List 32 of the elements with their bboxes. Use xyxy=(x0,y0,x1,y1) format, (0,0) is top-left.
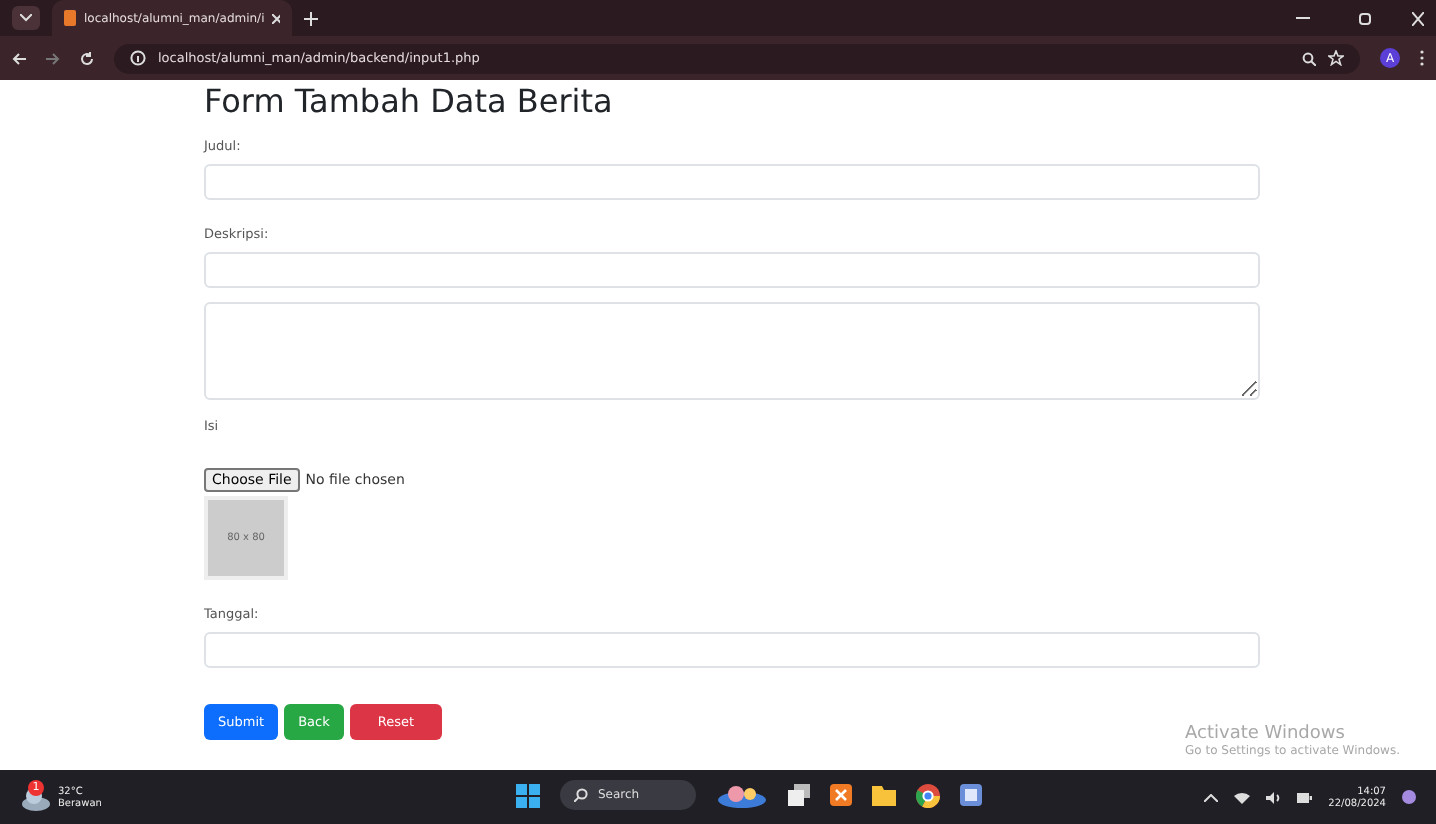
close-icon[interactable] xyxy=(1412,11,1424,25)
app-icon[interactable] xyxy=(960,784,982,806)
close-icon[interactable] xyxy=(272,13,280,23)
chrome-icon[interactable] xyxy=(916,783,940,807)
wifi-icon[interactable] xyxy=(1234,791,1251,803)
forward-icon[interactable] xyxy=(46,51,60,65)
activation-title: Activate Windows xyxy=(1185,724,1347,744)
zoom-icon[interactable] xyxy=(1302,51,1316,65)
chevron-up-icon[interactable] xyxy=(1204,793,1219,801)
start-icon[interactable] xyxy=(516,783,540,807)
new-tab-icon[interactable] xyxy=(304,11,318,25)
app-icon[interactable] xyxy=(830,784,852,806)
page-title: Form Tambah Data Berita xyxy=(204,80,613,120)
minimize-icon[interactable] xyxy=(1296,16,1310,20)
info-icon[interactable] xyxy=(130,50,146,66)
folder-icon[interactable] xyxy=(872,784,896,806)
favicon-icon xyxy=(64,10,76,26)
speaker-icon[interactable] xyxy=(1266,791,1281,803)
notification-icon[interactable] xyxy=(1402,790,1416,804)
battery-icon[interactable] xyxy=(1296,791,1313,803)
chevron-down-icon xyxy=(20,14,32,22)
input-field[interactable] xyxy=(204,164,1260,200)
back-icon[interactable] xyxy=(12,51,26,65)
restore-icon[interactable] xyxy=(1358,11,1372,25)
widget-icon[interactable] xyxy=(716,783,768,807)
search-icon xyxy=(574,788,588,802)
input-field[interactable] xyxy=(204,632,1260,668)
bookmark-star-icon[interactable] xyxy=(1328,50,1344,66)
tab-menu-button[interactable] xyxy=(12,6,40,30)
input-field[interactable] xyxy=(204,252,1260,288)
reload-icon[interactable] xyxy=(80,51,94,65)
task-view-icon[interactable] xyxy=(788,784,810,806)
